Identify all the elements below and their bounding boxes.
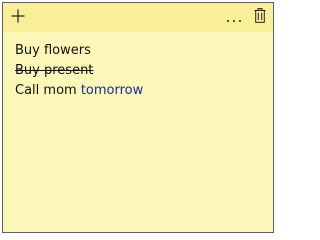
more-options-button[interactable] [222, 3, 246, 32]
note-line-text: Buy present [15, 63, 94, 78]
note-line-completed: Buy present [15, 61, 263, 81]
date-link[interactable]: tomorrow [81, 83, 143, 98]
note-line-text: Buy flowers [15, 43, 91, 58]
note-content[interactable]: Buy flowers Buy present Call mom tomorro… [15, 41, 263, 101]
delete-note-button[interactable] [248, 3, 272, 32]
plus-icon [11, 8, 25, 27]
sticky-note: Buy flowers Buy present Call mom tomorro… [2, 2, 274, 233]
add-note-button[interactable] [6, 3, 30, 32]
note-line: Buy flowers [15, 41, 263, 61]
trash-icon [254, 8, 266, 27]
note-line-text: Call mom [15, 83, 81, 98]
note-line: Call mom tomorrow [15, 81, 263, 101]
ellipsis-icon [226, 8, 242, 27]
note-titlebar [3, 3, 273, 32]
